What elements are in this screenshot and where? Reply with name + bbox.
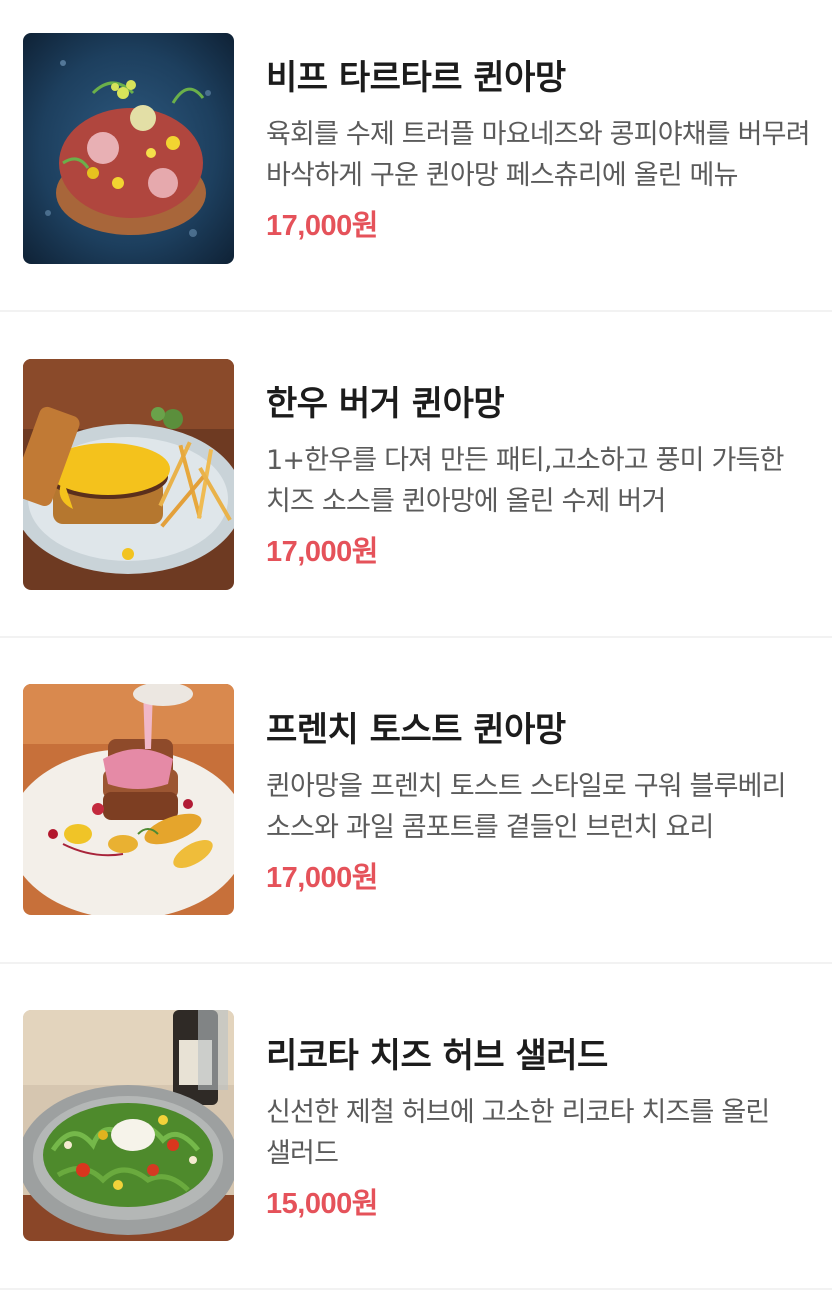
- menu-item-description: 육회를 수제 트러플 마요네즈와 콩피야채를 버무려 바삭하게 구운 퀸아망 페…: [266, 119, 811, 191]
- menu-item-name: 한우 버거 퀸아망: [266, 384, 505, 424]
- menu-item-description: 신선한 제철 허브에 고소한 리코타 치즈를 올린 샐러드: [266, 1097, 770, 1169]
- menu-item-price: 17,000원: [266, 536, 378, 568]
- menu-item-name: 비프 타르타르 퀸아망: [266, 58, 566, 98]
- menu-item-info: 프렌치 토스트 퀸아망 퀸아망을 프렌치 토스트 스타일로 구워 블루베리 소스…: [266, 708, 814, 898]
- menu-item-name: 프렌치 토스트 퀸아망: [266, 710, 566, 750]
- menu-item-description: 1+한우를 다져 만든 패티,고소하고 풍미 가득한 치즈 소스를 퀸아망에 올…: [266, 445, 784, 517]
- hanwoo-burger-image-icon: [23, 359, 234, 590]
- menu-item-name: 리코타 치즈 허브 샐러드: [266, 1036, 608, 1076]
- french-toast-photo[interactable]: [23, 684, 234, 915]
- beef-tartare-photo[interactable]: [23, 33, 234, 264]
- ricotta-salad-image-icon: [23, 1010, 234, 1241]
- menu-item-info: 비프 타르타르 퀸아망 육회를 수제 트러플 마요네즈와 콩피야채를 버무려 바…: [266, 56, 814, 246]
- menu-item-description: 퀸아망을 프렌치 토스트 스타일로 구워 블루베리 소스와 과일 콤포트를 곁들…: [266, 771, 787, 843]
- menu-item-info: 한우 버거 퀸아망 1+한우를 다져 만든 패티,고소하고 풍미 가득한 치즈 …: [266, 382, 814, 572]
- menu-item-beef-tartare[interactable]: 비프 타르타르 퀸아망 육회를 수제 트러플 마요네즈와 콩피야채를 버무려 바…: [0, 0, 832, 312]
- menu-item-ricotta-salad[interactable]: 리코타 치즈 허브 샐러드 신선한 제철 허브에 고소한 리코타 치즈를 올린 …: [0, 964, 832, 1290]
- menu-item-price: 17,000원: [266, 210, 378, 242]
- menu-item-price: 15,000원: [266, 1188, 378, 1220]
- french-toast-image-icon: [23, 684, 234, 915]
- beef-tartare-image-icon: [23, 33, 234, 264]
- menu-item-hanwoo-burger[interactable]: 한우 버거 퀸아망 1+한우를 다져 만든 패티,고소하고 풍미 가득한 치즈 …: [0, 312, 832, 638]
- menu-list: 비프 타르타르 퀸아망 육회를 수제 트러플 마요네즈와 콩피야채를 버무려 바…: [0, 0, 832, 1316]
- menu-item-price: 17,000원: [266, 862, 378, 894]
- ricotta-salad-photo[interactable]: [23, 1010, 234, 1241]
- hanwoo-burger-photo[interactable]: [23, 359, 234, 590]
- menu-item-french-toast[interactable]: 프렌치 토스트 퀸아망 퀸아망을 프렌치 토스트 스타일로 구워 블루베리 소스…: [0, 638, 832, 964]
- menu-item-info: 리코타 치즈 허브 샐러드 신선한 제철 허브에 고소한 리코타 치즈를 올린 …: [266, 1034, 814, 1224]
